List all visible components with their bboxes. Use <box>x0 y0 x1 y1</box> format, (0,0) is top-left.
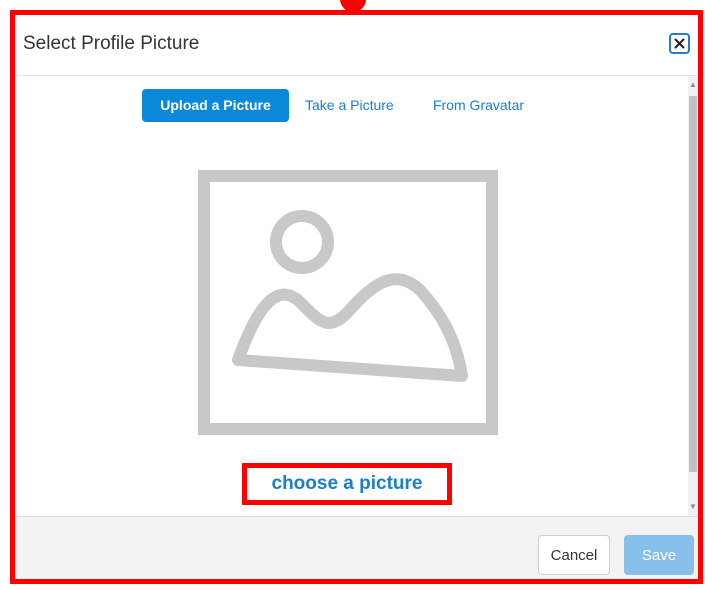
save-button[interactable]: Save <box>624 535 694 575</box>
close-x-icon <box>674 38 685 49</box>
choose-picture-highlight: choose a picture <box>242 463 452 505</box>
scroll-up-arrow-icon[interactable]: ▲ <box>688 78 698 92</box>
vertical-scrollbar[interactable]: ▲ ▼ <box>688 76 698 516</box>
scrollbar-thumb[interactable] <box>689 96 697 472</box>
scroll-down-arrow-icon[interactable]: ▼ <box>688 500 698 514</box>
close-button[interactable] <box>669 33 690 54</box>
cancel-button[interactable]: Cancel <box>538 535 610 575</box>
dialog-footer: Cancel Save <box>15 516 698 579</box>
tab-from-gravatar[interactable]: From Gravatar <box>433 89 524 122</box>
annotation-marker <box>340 0 366 12</box>
choose-a-picture-link[interactable]: choose a picture <box>272 473 423 495</box>
tab-upload-a-picture[interactable]: Upload a Picture <box>142 89 289 122</box>
image-placeholder-icon <box>198 170 498 435</box>
dialog-title: Select Profile Picture <box>23 33 200 54</box>
dialog-header: Select Profile Picture <box>15 15 698 76</box>
tab-take-a-picture[interactable]: Take a Picture <box>305 89 394 122</box>
dialog-body: Upload a Picture Take a Picture From Gra… <box>15 76 698 516</box>
select-profile-picture-dialog: Select Profile Picture Upload a Picture … <box>15 15 698 579</box>
